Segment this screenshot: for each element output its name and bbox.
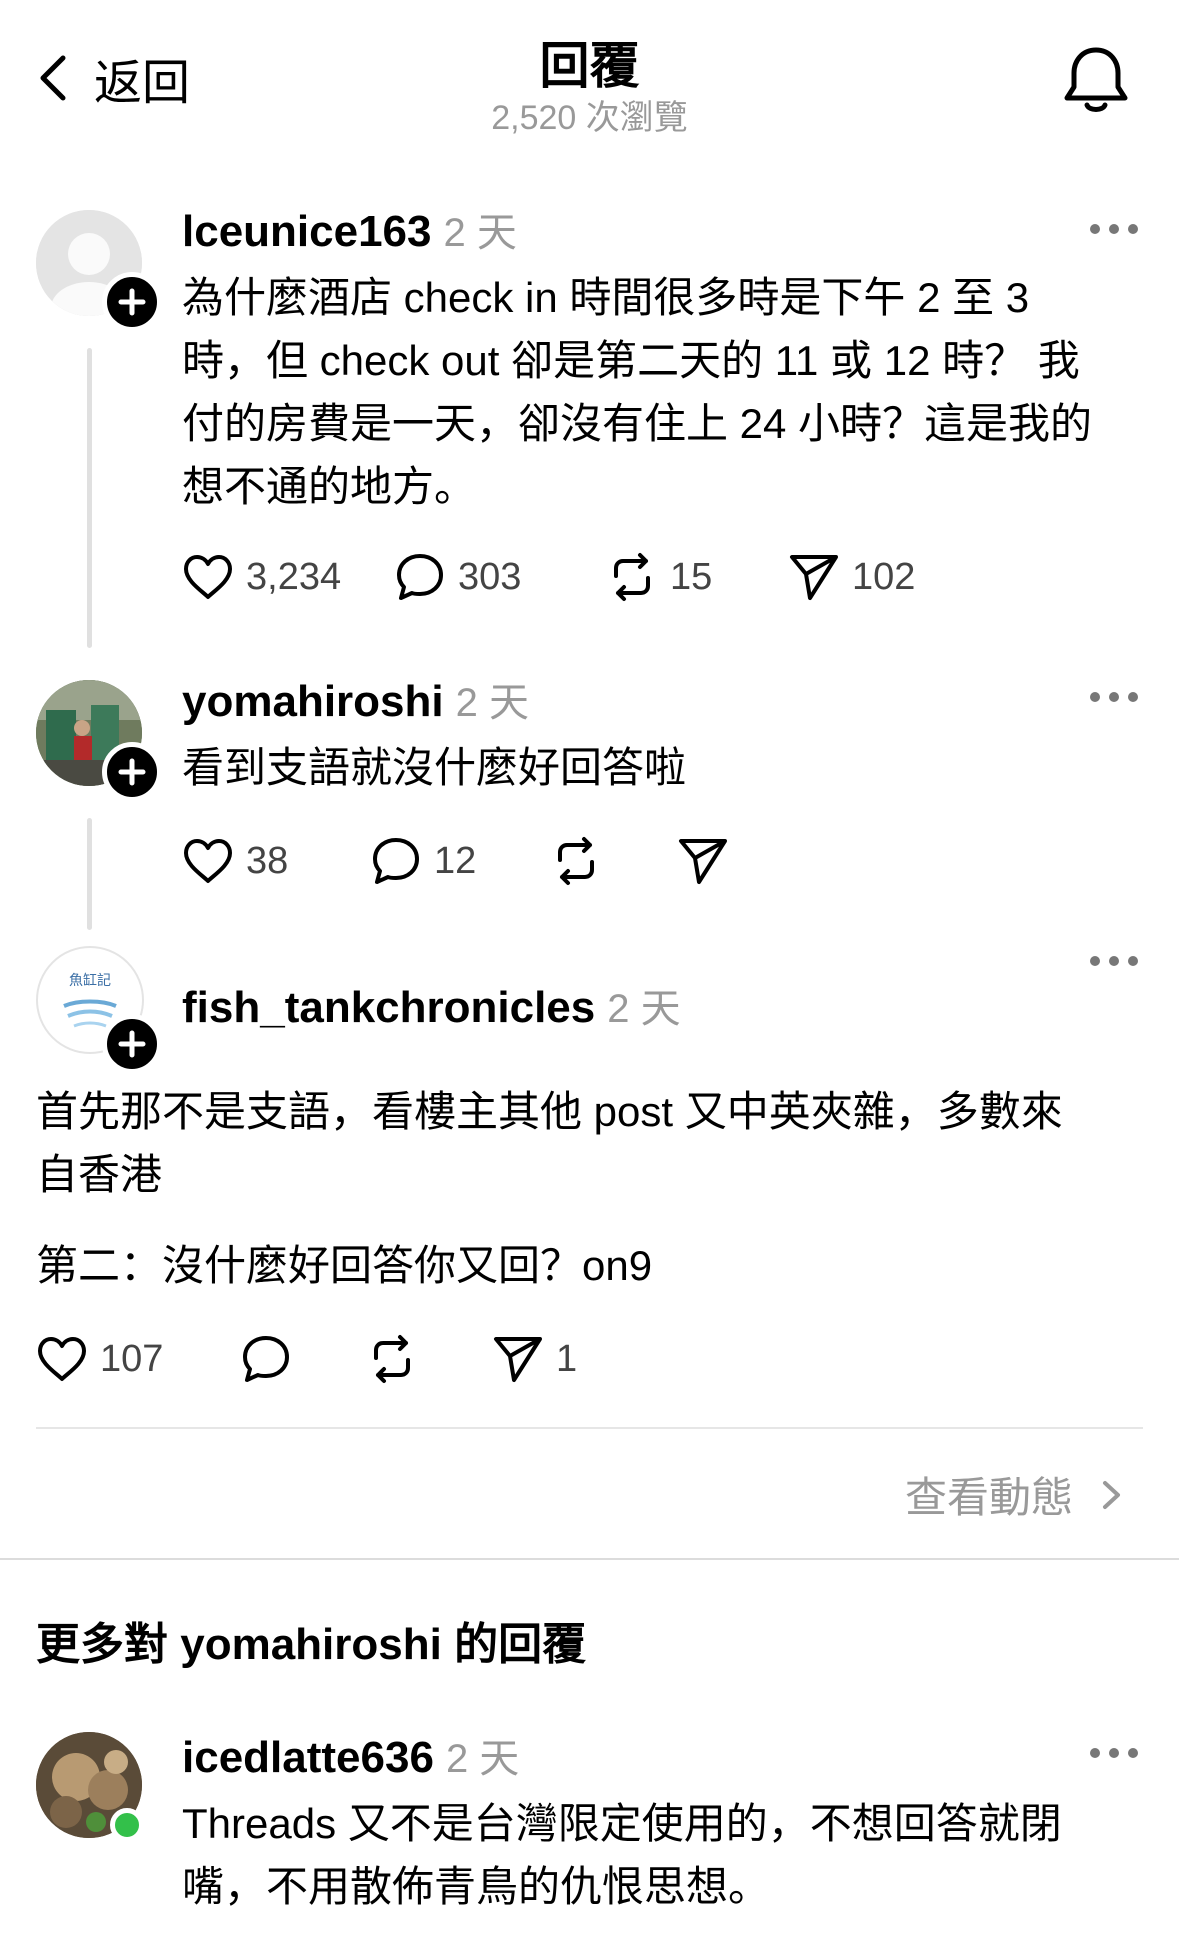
plus-icon [118, 758, 146, 786]
post-text-line: 自香港 [36, 1151, 163, 1198]
more-icon [1090, 956, 1100, 966]
post-author[interactable]: icedlatte636 2 天 [182, 1726, 519, 1784]
follow-button[interactable] [102, 1014, 162, 1074]
username[interactable]: icedlatte636 [182, 1733, 434, 1782]
bell-icon [1064, 47, 1128, 112]
post-text-line: 嘴，不用散佈青鳥的仇恨思想。 [182, 1863, 771, 1910]
send-icon [679, 839, 727, 884]
more-replies-heading: 更多對 yomahiroshi 的回覆 [36, 1620, 587, 1669]
more-options-button[interactable] [1090, 224, 1138, 238]
post-text-line: Threads 又不是台灣限定使用的，不想回答就閉 [182, 1800, 1062, 1847]
heart-icon [184, 555, 232, 599]
more-options-button[interactable] [1090, 692, 1138, 706]
post-time: 2 天 [455, 681, 529, 725]
username[interactable]: fish_tankchronicles [182, 983, 595, 1032]
post-text-line: 首先那不是支語，看樓主其他 post 又中英夾雜，多數來 [36, 1088, 1063, 1135]
more-icon [1090, 692, 1100, 702]
post-author[interactable]: fish_tankchronicles 2 天 [182, 976, 681, 1034]
divider [36, 1427, 1143, 1429]
post-text-line: 想不通的地方。 [182, 463, 477, 510]
post-author[interactable]: lceunice163 2 天 [182, 200, 517, 258]
comment-count: 303 [458, 555, 522, 598]
comment-icon [397, 554, 443, 600]
see-activity-link[interactable]: 查看動態 [905, 1464, 1131, 1525]
online-status-indicator [110, 1808, 144, 1842]
post-body: 看到支語就沒什麼好回答啦 [182, 744, 687, 791]
like-count: 38 [246, 839, 289, 882]
like-button[interactable]: 3,234 [182, 553, 394, 601]
view-count: 2,520 次瀏覽 [491, 99, 688, 137]
plus-icon [118, 288, 146, 316]
comment-icon [373, 838, 419, 884]
repost-icon [374, 1335, 410, 1383]
username[interactable]: lceunice163 [182, 207, 432, 256]
page-title: 回覆 [539, 38, 640, 94]
post-time: 2 天 [443, 211, 517, 255]
more-options-button[interactable] [1090, 1748, 1138, 1762]
comment-icon [243, 1336, 289, 1382]
comment-button[interactable]: 12 [370, 836, 550, 886]
more-icon [1090, 1748, 1100, 1758]
heart-icon [184, 839, 232, 883]
post-body: Threads 又不是台灣限定使用的，不想回答就閉 嘴，不用散佈青鳥的仇恨思想。 [182, 1792, 1142, 1918]
more-icon [1090, 224, 1100, 234]
plus-icon [118, 1030, 146, 1058]
section-divider [0, 1558, 1179, 1560]
post-text-line: 為什麼酒店 check in 時間很多時是下午 2 至 3 [182, 274, 1030, 321]
comment-button[interactable] [240, 1334, 366, 1384]
repost-icon [614, 553, 650, 601]
repost-icon [558, 837, 594, 885]
post-text-line: 時，但 check out 卻是第二天的 11 或 12 時？ 我 [182, 337, 1080, 384]
post-actions: 38 12 [182, 836, 741, 886]
repost-count: 15 [670, 555, 713, 598]
chevron-right-icon [1103, 1480, 1121, 1509]
share-button[interactable]: 102 [788, 552, 915, 602]
share-count: 1 [556, 1337, 578, 1380]
send-icon [790, 555, 838, 600]
post-actions: 3,234 303 15 102 [182, 552, 915, 602]
notifications-button[interactable] [1058, 42, 1134, 118]
post-text-line: 付的房費是一天，卻沒有住上 24 小時？這是我的 [182, 400, 1093, 447]
like-button[interactable]: 107 [36, 1335, 240, 1383]
post-actions: 107 1 [36, 1334, 577, 1384]
repost-button[interactable] [366, 1334, 492, 1384]
follow-button[interactable] [102, 272, 162, 332]
share-button[interactable]: 1 [492, 1334, 577, 1384]
like-button[interactable]: 38 [182, 837, 370, 885]
share-count: 102 [852, 555, 916, 598]
repost-button[interactable]: 15 [606, 552, 788, 602]
heart-icon [38, 1337, 86, 1381]
username[interactable]: yomahiroshi [182, 677, 444, 726]
like-count: 107 [100, 1337, 164, 1380]
comment-button[interactable]: 303 [394, 552, 606, 602]
share-button[interactable] [677, 836, 741, 886]
post-body-paragraph: 第二：沒什麼好回答你又回？on9 [36, 1242, 653, 1289]
more-options-button[interactable] [1090, 956, 1138, 970]
post-body: 首先那不是支語，看樓主其他 post 又中英夾雜，多數來 自香港 [36, 1080, 1146, 1206]
follow-button[interactable] [102, 742, 162, 802]
send-icon [494, 1337, 542, 1382]
comment-count: 12 [434, 839, 477, 882]
see-activity-label: 查看動態 [905, 1474, 1074, 1521]
post-body: 為什麼酒店 check in 時間很多時是下午 2 至 3 時，但 check … [182, 266, 1142, 518]
repost-button[interactable] [550, 836, 677, 886]
post-time: 2 天 [607, 987, 681, 1031]
post-author[interactable]: yomahiroshi 2 天 [182, 670, 529, 728]
post-time: 2 天 [445, 1737, 520, 1781]
like-count: 3,234 [246, 555, 342, 598]
thread-line [87, 818, 92, 930]
thread-line [87, 348, 92, 648]
